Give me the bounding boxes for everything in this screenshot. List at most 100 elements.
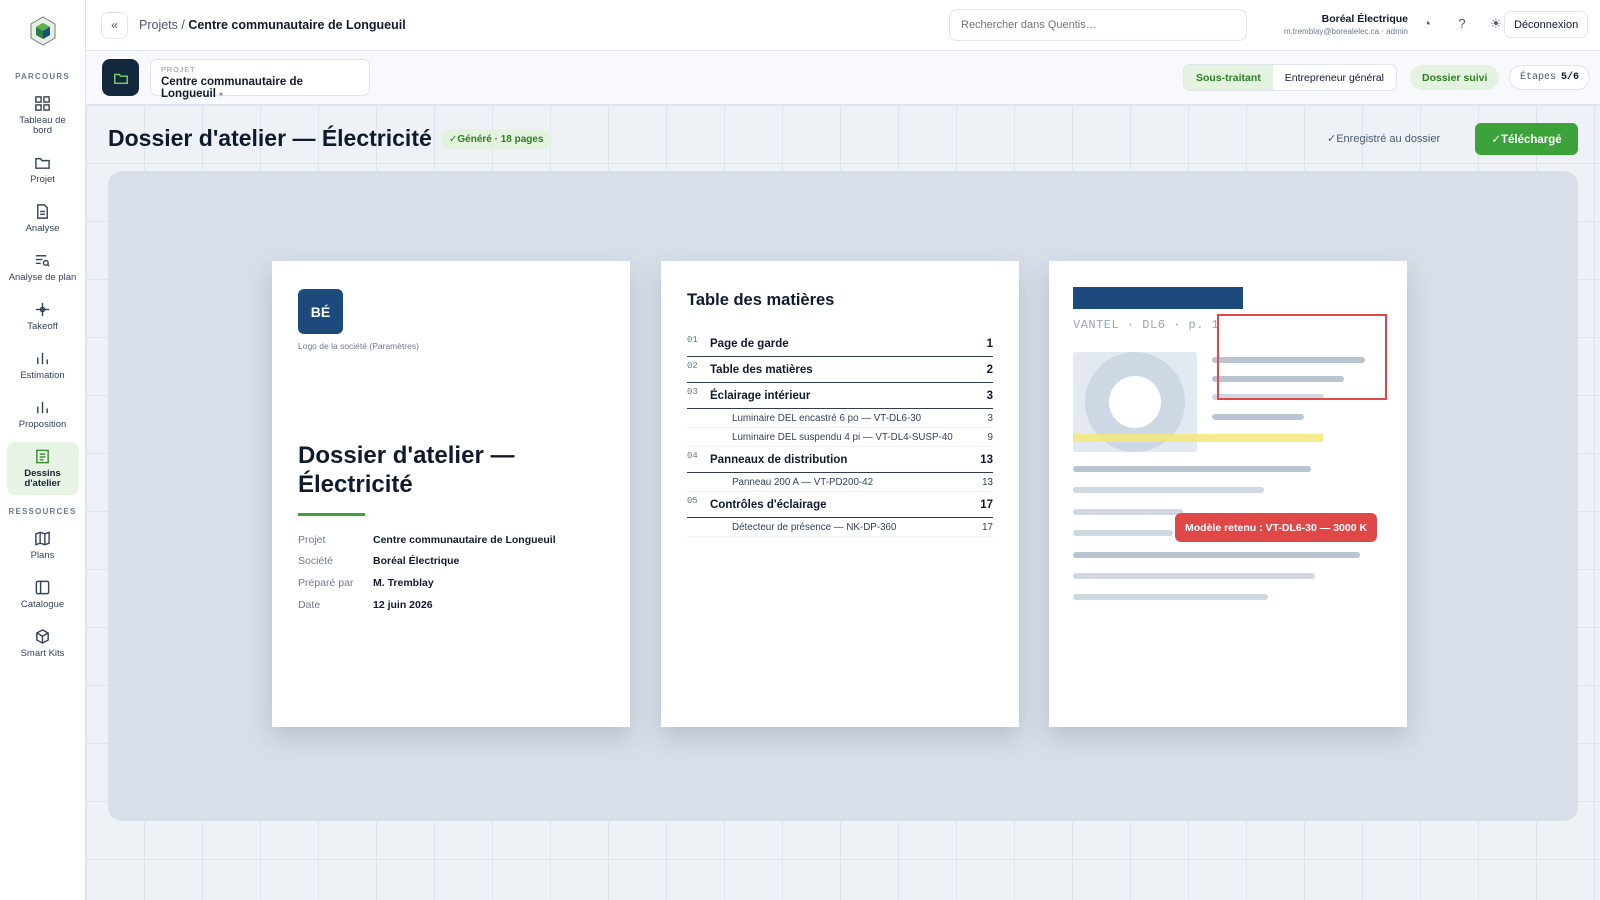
logo-caption: Logo de la société (Paramètres) bbox=[298, 341, 419, 351]
collapse-sidebar-button[interactable]: « bbox=[101, 11, 128, 39]
text-placeholder bbox=[1073, 530, 1173, 536]
toc-section-label: Contrôles d'éclairage bbox=[710, 498, 827, 511]
sidebar-item-label: Smart Kits bbox=[20, 648, 65, 659]
bar-chart-icon bbox=[37, 401, 48, 414]
toc-subsection-page: 13 bbox=[982, 476, 993, 488]
sidebar-item-label: Analyse bbox=[25, 223, 60, 234]
theme-toggle-icon[interactable]: ☀ bbox=[1486, 16, 1506, 32]
role-toggle: Sous-traitant Entrepreneur général bbox=[1183, 64, 1397, 91]
logout-button[interactable]: Déconnexion bbox=[1504, 11, 1589, 38]
app-logo-icon[interactable] bbox=[26, 14, 60, 48]
cover-accent-rule bbox=[298, 513, 365, 516]
project-selector[interactable]: PROJET Centre communautaire de Longueuil… bbox=[150, 59, 370, 100]
page-title: Dossier d'atelier — Électricité bbox=[108, 125, 432, 151]
sidebar-item-label: Tableau de bord bbox=[19, 115, 66, 136]
sidebar-item-takeoff[interactable]: Takeoff bbox=[7, 295, 79, 338]
toc-section-page: 3 bbox=[986, 389, 993, 402]
main-content: Dossier d'atelier — Électricité ✓Généré … bbox=[86, 105, 1600, 900]
toc-section: 04 Panneaux de distribution 13 bbox=[687, 447, 993, 473]
text-placeholder bbox=[1073, 573, 1315, 579]
meta-row: Projet Centre communautaire de Longueuil bbox=[298, 529, 608, 551]
product-page-preview[interactable]: VANTEL · DL6 · p. 1 Modèle retenu : VT-D… bbox=[1049, 261, 1407, 727]
text-placeholder bbox=[1073, 552, 1360, 558]
toc-list: 01 Page de garde 1 02 Table des matières 2 0… bbox=[687, 331, 993, 537]
toc-section-number: 04 bbox=[687, 451, 698, 461]
meta-value: Boréal Électrique bbox=[373, 555, 460, 568]
text-placeholder bbox=[1073, 466, 1311, 472]
product-header-band bbox=[1073, 287, 1243, 309]
steps-label: Étapes bbox=[1520, 72, 1557, 83]
history-icon[interactable]: ◔ bbox=[1417, 16, 1437, 31]
toc-subsection: Luminaire DEL suspendu 4 pi — VT-DL4-SUS… bbox=[687, 428, 993, 447]
map-icon bbox=[35, 531, 50, 546]
sidebar-item-projet[interactable]: Projet bbox=[7, 148, 79, 191]
toc-subsection-page: 17 bbox=[982, 521, 993, 533]
toc-section-number: 01 bbox=[687, 335, 698, 345]
text-placeholder bbox=[1073, 594, 1268, 600]
meta-key: Date bbox=[298, 598, 321, 611]
project-caption: PROJET bbox=[161, 65, 196, 74]
toc-subsection-page: 3 bbox=[987, 412, 993, 424]
sidebar-item-plans[interactable]: Plans bbox=[7, 524, 79, 567]
sidebar-item-dessins-atelier[interactable]: Dessins d'atelier bbox=[6, 442, 79, 495]
sidebar-item-label: Takeoff bbox=[27, 321, 58, 332]
text-placeholder bbox=[1073, 487, 1264, 493]
plan-analysis-icon bbox=[35, 255, 50, 267]
toc-section-label: Table des matières bbox=[710, 363, 813, 376]
breadcrumb: Projets / Centre communautaire de Longue… bbox=[139, 18, 406, 32]
product-code: VANTEL · DL6 · p. 1 bbox=[1073, 318, 1220, 332]
generated-badge: ✓Généré · 18 pages bbox=[441, 129, 552, 150]
sidebar-item-analyse[interactable]: Analyse bbox=[7, 197, 79, 240]
sidebar-item-proposition[interactable]: Proposition bbox=[7, 393, 79, 436]
sidebar-item-label: Estimation bbox=[20, 370, 65, 381]
cover-title: Dossier d'atelier — Électricité bbox=[298, 442, 515, 498]
search-input[interactable] bbox=[949, 9, 1247, 41]
status-badge: Dossier suivi bbox=[1410, 65, 1500, 90]
company-logo: BÉ bbox=[298, 289, 343, 334]
chevron-down-icon: ▾ bbox=[218, 90, 223, 99]
sidebar-item-analyse-de-plan[interactable]: Analyse de plan bbox=[7, 246, 79, 289]
role-entrepreneur-general[interactable]: Entrepreneur général bbox=[1273, 65, 1396, 90]
meta-value: Centre communautaire de Longueuil bbox=[373, 533, 556, 546]
sidebar-item-tableau-de-bord[interactable]: Tableau de bord bbox=[7, 89, 79, 142]
sidebar-item-smart-kits[interactable]: Smart Kits bbox=[7, 622, 79, 665]
user-info: Boréal Électrique m.tremblay@borealelec.… bbox=[1258, 13, 1408, 36]
role-sous-traitant[interactable]: Sous-traitant bbox=[1184, 65, 1273, 90]
project-name: Centre communautaire de Longueuil ▾ bbox=[161, 76, 359, 100]
cube-icon bbox=[36, 629, 49, 644]
toc-page-preview[interactable]: Table des matières 01 Page de garde 1 02 Ta… bbox=[661, 261, 1019, 727]
toc-section-number: 02 bbox=[687, 361, 698, 371]
meta-key: Société bbox=[298, 555, 334, 568]
toc-section-label: Page de garde bbox=[710, 337, 789, 350]
sidebar-item-label: Plans bbox=[30, 550, 55, 561]
sidebar-section-ressources: RESSOURCES bbox=[8, 507, 77, 516]
cover-meta: Projet Centre communautaire de Longueuil … bbox=[298, 529, 608, 615]
toc-subsection-label: Luminaire DEL encastré 6 po — VT-DL6-30 bbox=[732, 412, 922, 424]
sidebar-item-catalogue[interactable]: Catalogue bbox=[7, 573, 79, 616]
toc-subsection-label: Détecteur de présence — NK-DP-360 bbox=[732, 521, 897, 533]
book-icon bbox=[35, 580, 50, 595]
sidebar-item-label: Projet bbox=[30, 174, 55, 185]
meta-key: Projet bbox=[298, 533, 326, 546]
meta-row: Société Boréal Électrique bbox=[298, 551, 608, 573]
meta-row: Date 12 juin 2026 bbox=[298, 594, 608, 616]
help-icon[interactable]: ? bbox=[1452, 16, 1472, 31]
toc-section-page: 17 bbox=[980, 498, 993, 511]
breadcrumb-root[interactable]: Projets bbox=[139, 18, 178, 32]
sidebar: PARCOURS Tableau de bord Projet Analyse … bbox=[0, 0, 86, 900]
sidebar-item-estimation[interactable]: Estimation bbox=[7, 344, 79, 387]
breadcrumb-current: Centre communautaire de Longueuil bbox=[188, 18, 406, 32]
cover-page-preview[interactable]: BÉ Logo de la société (Paramètres) Dossi… bbox=[272, 261, 630, 727]
sidebar-item-label: Catalogue bbox=[20, 599, 65, 610]
text-placeholder bbox=[1212, 414, 1304, 420]
crosshair-icon bbox=[35, 302, 50, 317]
document-icon bbox=[37, 204, 48, 219]
grid-icon bbox=[35, 96, 50, 111]
project-folder-button[interactable] bbox=[102, 59, 139, 96]
sidebar-section-parcours: PARCOURS bbox=[15, 72, 70, 81]
highlight-marker bbox=[1073, 434, 1323, 442]
sidebar-item-label: Analyse de plan bbox=[8, 272, 77, 283]
toc-subsection: Détecteur de présence — NK-DP-360 17 bbox=[687, 518, 993, 537]
download-button[interactable]: ✓Téléchargé bbox=[1475, 123, 1578, 155]
steps-value: 5/6 bbox=[1561, 72, 1580, 83]
